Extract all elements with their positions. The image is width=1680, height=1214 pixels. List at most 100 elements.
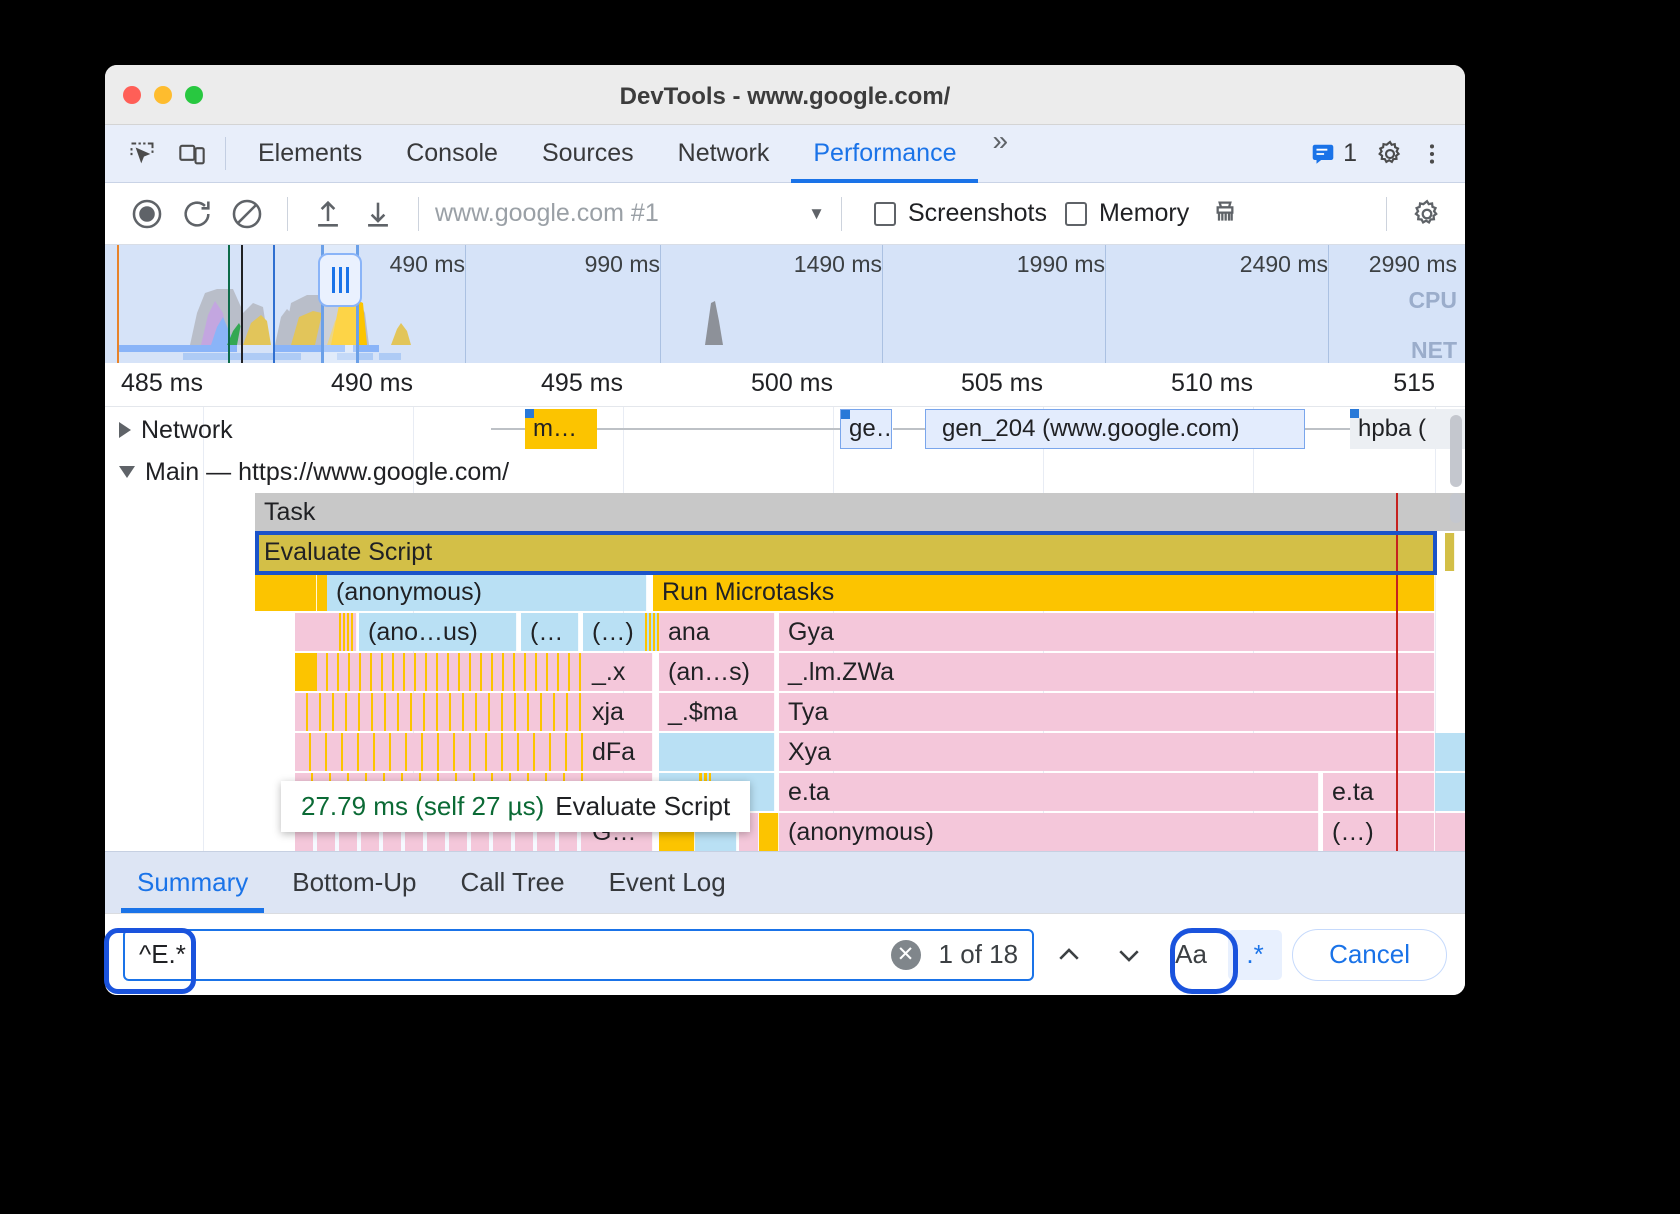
ruler-tick: 500 ms	[751, 369, 833, 398]
flame-box[interactable]: (…)	[583, 613, 653, 651]
flame-box[interactable]: (…)	[1323, 813, 1435, 851]
tab-performance[interactable]: Performance	[791, 125, 978, 182]
tab-network[interactable]: Network	[656, 125, 792, 182]
network-request-label: m…	[533, 415, 577, 443]
flame-box[interactable]: Gya	[779, 613, 1435, 651]
flame-box-label: Xya	[788, 738, 831, 767]
tab-summary[interactable]: Summary	[115, 852, 270, 913]
flame-box[interactable]: ana	[659, 613, 775, 651]
network-track-row: m… ge… gen_204 (www.google.com) hpba (	[105, 409, 1465, 449]
toolbar-divider-1	[287, 197, 288, 231]
devtools-window: DevTools - www.google.com/ Elements Cons…	[105, 65, 1465, 995]
flame-chart-area[interactable]: 485 ms 490 ms 495 ms 500 ms 505 ms 510 m…	[105, 363, 1465, 851]
tooltip-duration: 27.79 ms (self 27 µs)	[301, 791, 544, 822]
record-icon[interactable]	[123, 190, 171, 238]
overview-marker-dark	[241, 245, 243, 363]
flame-box[interactable]	[759, 813, 779, 851]
flame-box[interactable]: dFa	[583, 733, 653, 771]
search-next-button[interactable]	[1104, 929, 1154, 981]
flame-box-label: _.x	[592, 658, 625, 687]
flame-box[interactable]: _.lm.ZWa	[779, 653, 1435, 691]
capture-settings-gear-icon[interactable]	[1403, 190, 1451, 238]
tab-sources[interactable]: Sources	[520, 125, 656, 182]
clear-input-icon[interactable]: ✕	[891, 940, 921, 970]
network-request[interactable]: gen_204 (www.google.com)	[925, 409, 1305, 449]
overview-cpu-label: CPU	[1408, 287, 1457, 314]
flame-box[interactable]: Xya	[779, 733, 1435, 771]
flame-box-label: dFa	[592, 738, 635, 767]
flame-box[interactable]: Task	[255, 493, 1465, 531]
flame-box[interactable]	[255, 573, 317, 611]
profile-selector[interactable]: www.google.com #1 ▼	[435, 199, 825, 228]
inspect-icon[interactable]	[123, 135, 161, 173]
kebab-menu-icon[interactable]	[1413, 135, 1451, 173]
chevron-down-icon: ▼	[808, 204, 825, 224]
more-tabs-icon[interactable]: »	[978, 125, 1022, 182]
flame-box-label: (ano…us)	[368, 618, 478, 647]
flame-box[interactable]: (an…s)	[659, 653, 775, 691]
overview-marker-orange	[117, 245, 119, 363]
issues-button[interactable]: 1	[1300, 139, 1367, 168]
flame-box[interactable]	[1445, 533, 1455, 571]
tab-elements[interactable]: Elements	[236, 125, 384, 182]
flame-box[interactable]: Run Microtasks	[653, 573, 1435, 611]
flame-box[interactable]: (anonymous)	[779, 813, 1319, 851]
screenshots-checkbox[interactable]: Screenshots	[874, 199, 1047, 228]
flame-box-label: (…)	[1332, 818, 1374, 847]
overview-tick: 2490 ms	[1240, 251, 1328, 278]
reload-record-icon[interactable]	[173, 190, 221, 238]
flame-box-evaluate-script[interactable]: Evaluate Script	[255, 533, 1435, 571]
upload-profile-icon[interactable]	[304, 190, 352, 238]
main-track-header[interactable]: Main — https://www.google.com/	[105, 451, 509, 493]
network-request[interactable]: ge…	[840, 409, 892, 449]
match-case-button[interactable]: Aa	[1164, 930, 1218, 980]
search-prev-button[interactable]	[1044, 929, 1094, 981]
ruler-tick: 495 ms	[541, 369, 623, 398]
regex-button[interactable]: .*	[1228, 930, 1282, 980]
flame-scrollbar-thumb-2[interactable]	[1450, 493, 1462, 523]
timeline-marker-red	[1396, 493, 1398, 851]
flame-box[interactable]: _.x	[583, 653, 653, 691]
flame-box-label: e.ta	[1332, 778, 1374, 807]
network-track-header[interactable]: Network	[105, 409, 233, 451]
flame-box[interactable]: xja	[583, 693, 653, 731]
clear-icon[interactable]	[223, 190, 271, 238]
details-tabbar: Summary Bottom-Up Call Tree Event Log	[105, 851, 1465, 913]
device-toolbar-icon[interactable]	[173, 135, 211, 173]
collect-garbage-icon[interactable]	[1201, 190, 1249, 238]
network-request[interactable]: hpba (	[1350, 409, 1465, 449]
search-bar: ^E.* ✕ 1 of 18 Aa .* Cancel	[105, 913, 1465, 995]
memory-checkbox[interactable]: Memory	[1065, 199, 1189, 228]
flame-scrollbar-thumb[interactable]	[1450, 415, 1462, 487]
flame-box-label: Task	[264, 498, 315, 527]
search-input[interactable]: ^E.* ✕ 1 of 18	[123, 929, 1034, 981]
flame-box[interactable]: (…	[521, 613, 579, 651]
flame-box[interactable]: (ano…us)	[359, 613, 517, 651]
chevron-right-icon	[119, 422, 131, 438]
timeline-overview[interactable]: 490 ms 990 ms 1490 ms 1990 ms 2490 ms 29…	[105, 245, 1465, 363]
tab-event-log[interactable]: Event Log	[587, 852, 748, 913]
flame-box[interactable]: (anonymous)	[327, 573, 647, 611]
toolbar-divider-4	[1386, 197, 1387, 231]
flame-box[interactable]: e.ta	[779, 773, 1319, 811]
tab-console[interactable]: Console	[384, 125, 520, 182]
flame-box-label: (anonymous)	[788, 818, 934, 847]
toolbar-divider-3	[841, 197, 842, 231]
download-profile-icon[interactable]	[354, 190, 402, 238]
tab-event-log-label: Event Log	[609, 867, 726, 898]
flame-box[interactable]: e.ta	[1323, 773, 1435, 811]
tab-call-tree-label: Call Tree	[461, 867, 565, 898]
tab-bottom-up[interactable]: Bottom-Up	[270, 852, 438, 913]
overview-window-handle[interactable]	[318, 253, 362, 307]
network-track-label: Network	[141, 416, 233, 445]
flame-box[interactable]: Tya	[779, 693, 1435, 731]
tab-call-tree[interactable]: Call Tree	[439, 852, 587, 913]
gear-icon[interactable]	[1371, 135, 1409, 173]
network-request[interactable]: m…	[525, 409, 597, 449]
issues-count: 1	[1343, 139, 1357, 168]
flame-box[interactable]: _.$ma	[659, 693, 775, 731]
cancel-button[interactable]: Cancel	[1292, 929, 1447, 981]
performance-toolbar: www.google.com #1 ▼ Screenshots Memory	[105, 183, 1465, 245]
overview-marker-green	[228, 245, 230, 363]
flame-box[interactable]	[659, 733, 775, 771]
